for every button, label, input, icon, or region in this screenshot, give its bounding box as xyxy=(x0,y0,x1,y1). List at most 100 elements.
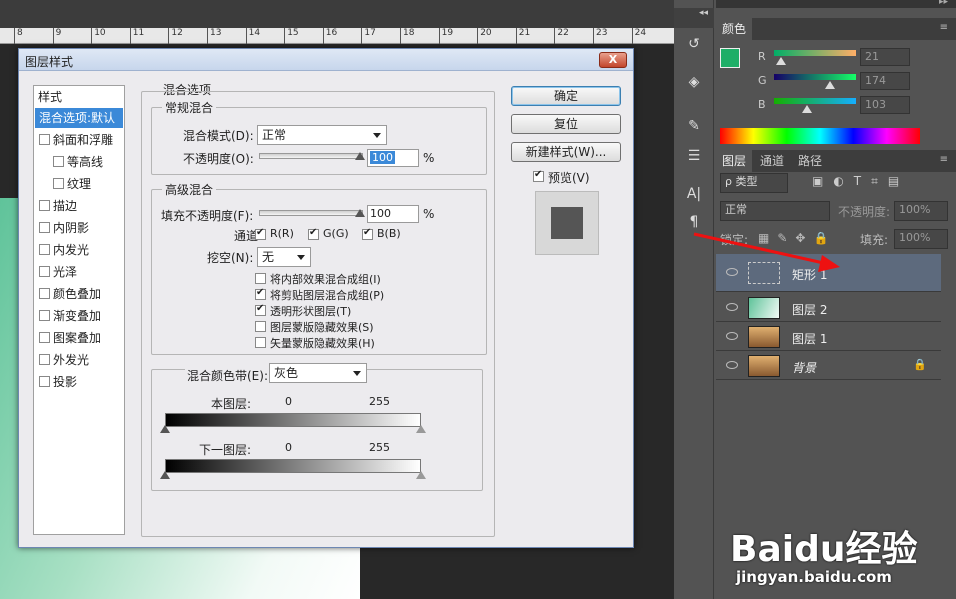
layer-row[interactable]: 图层 1 xyxy=(716,323,941,351)
layer-row[interactable]: 图层 2 xyxy=(716,294,941,322)
preview-checkbox[interactable]: 预览(V) xyxy=(533,169,590,186)
color-panel-menu-icon[interactable]: ≡ xyxy=(940,22,948,33)
color-channel-thumb[interactable] xyxy=(775,57,786,65)
style-item[interactable]: 外发光 xyxy=(35,350,123,370)
foreground-color-swatch[interactable] xyxy=(720,48,740,68)
advanced-option-checkbox[interactable]: 矢量蒙版隐藏效果(H) xyxy=(255,335,375,351)
style-item-label: 渐变叠加 xyxy=(53,309,102,323)
color-channel-slider[interactable] xyxy=(774,98,856,104)
color-channel-input[interactable]: 103 xyxy=(860,96,910,114)
style-checkbox[interactable] xyxy=(39,376,50,387)
color-channel-input[interactable]: 21 xyxy=(860,48,910,66)
dialog-titlebar[interactable]: 图层样式 X xyxy=(19,49,633,71)
style-checkbox[interactable] xyxy=(39,222,50,233)
style-item[interactable]: 渐变叠加 xyxy=(35,306,123,326)
style-checkbox[interactable] xyxy=(39,244,50,255)
style-item[interactable]: 图案叠加 xyxy=(35,328,123,348)
layers-panel-menu-icon[interactable]: ≡ xyxy=(940,154,948,165)
style-item[interactable]: 纹理 xyxy=(35,174,123,194)
style-item[interactable]: 颜色叠加 xyxy=(35,284,123,304)
layer-opacity-input[interactable]: 100% xyxy=(894,201,948,221)
color-channel-label: G xyxy=(758,74,767,87)
tab-color[interactable]: 颜色 xyxy=(716,18,753,40)
3d-icon[interactable]: ◈ xyxy=(684,72,704,92)
style-preview-swatch xyxy=(535,191,599,255)
expand-panels-button[interactable]: ▸▸ xyxy=(939,0,948,7)
opacity-slider[interactable] xyxy=(259,153,363,159)
style-item[interactable]: 描边 xyxy=(35,196,123,216)
style-item[interactable]: 斜面和浮雕 xyxy=(35,130,123,150)
this-layer-white-thumb[interactable] xyxy=(416,425,426,433)
color-channel-slider[interactable] xyxy=(774,74,856,80)
style-checkbox[interactable] xyxy=(53,178,64,189)
opacity-slider-thumb[interactable] xyxy=(355,152,365,160)
style-checkbox[interactable] xyxy=(39,310,50,321)
blend-if-select[interactable]: 灰色 xyxy=(269,363,367,383)
style-checkbox[interactable] xyxy=(39,266,50,277)
ruler-tick: 23 xyxy=(593,28,607,44)
advanced-option-checkbox[interactable]: 将剪贴图层混合成组(P) xyxy=(255,287,384,303)
advanced-option-checkbox[interactable]: 将内部效果混合成组(I) xyxy=(255,271,381,287)
color-channel-input[interactable]: 174 xyxy=(860,72,910,90)
layer-fill-input[interactable]: 100% xyxy=(894,229,948,249)
style-item[interactable]: 内发光 xyxy=(35,240,123,260)
advanced-option-checkbox[interactable]: 透明形状图层(T) xyxy=(255,303,351,319)
layer-blend-mode-select[interactable]: 正常 xyxy=(720,201,830,221)
style-checkbox[interactable] xyxy=(39,332,50,343)
layer-name[interactable]: 背景 xyxy=(792,359,816,376)
collapse-panels-button[interactable]: ◂◂ xyxy=(674,8,714,28)
blend-mode-select[interactable]: 正常 xyxy=(257,125,387,145)
layer-name[interactable]: 图层 1 xyxy=(792,330,827,347)
style-checkbox[interactable] xyxy=(53,156,64,167)
brush-presets-icon[interactable]: ✎ xyxy=(684,116,704,136)
watermark-url: jingyan.baidu.com xyxy=(736,568,892,586)
color-channel-thumb[interactable] xyxy=(802,105,813,113)
underlying-max: 255 xyxy=(369,441,390,454)
color-channel-slider[interactable] xyxy=(774,50,856,56)
advanced-option-label: 透明形状图层(T) xyxy=(270,305,352,318)
new-style-button[interactable]: 新建样式(W)... xyxy=(511,142,621,162)
layer-row[interactable]: 背景 🔒 xyxy=(716,352,941,380)
advanced-option-checkbox[interactable]: 图层蒙版隐藏效果(S) xyxy=(255,319,374,335)
color-spectrum[interactable] xyxy=(720,128,920,144)
fill-opacity-slider[interactable] xyxy=(259,210,363,216)
style-checkbox[interactable] xyxy=(39,354,50,365)
knockout-label: 挖空(N): xyxy=(207,251,254,265)
channel-g-checkbox[interactable]: G(G) xyxy=(308,227,349,240)
visibility-eye-icon[interactable] xyxy=(726,303,738,311)
style-item[interactable]: 等高线 xyxy=(35,152,123,172)
channel-r-checkbox[interactable]: R(R) xyxy=(255,227,294,240)
adjustments-icon[interactable]: ☰ xyxy=(684,146,704,166)
layers-tab[interactable]: 路径 xyxy=(792,150,828,172)
channel-b-checkbox[interactable]: B(B) xyxy=(362,227,401,240)
style-item[interactable]: 内阴影 xyxy=(35,218,123,238)
check-icon xyxy=(255,321,266,332)
history-icon[interactable]: ↺ xyxy=(684,34,704,54)
style-checkbox[interactable] xyxy=(39,134,50,145)
reset-button[interactable]: 复位 xyxy=(511,114,621,134)
style-checkbox[interactable] xyxy=(39,288,50,299)
layer-name[interactable]: 图层 2 xyxy=(792,301,827,318)
layer-filter-icons[interactable]: ▣◐T⌗▤ xyxy=(812,174,909,189)
knockout-select[interactable]: 无 xyxy=(257,247,311,267)
color-channel-thumb[interactable] xyxy=(824,81,835,89)
character-icon[interactable]: A| xyxy=(684,184,704,204)
styles-header[interactable]: 样式 xyxy=(38,88,62,105)
fill-opacity-slider-thumb[interactable] xyxy=(355,209,365,217)
style-item[interactable]: 光泽 xyxy=(35,262,123,282)
style-checkbox[interactable] xyxy=(39,200,50,211)
opacity-input[interactable]: 100 xyxy=(367,149,419,167)
style-item[interactable]: 投影 xyxy=(35,372,123,392)
this-layer-black-thumb[interactable] xyxy=(160,425,170,433)
visibility-eye-icon[interactable] xyxy=(726,332,738,340)
style-item[interactable]: 混合选项:默认 xyxy=(35,108,123,128)
ok-button[interactable]: 确定 xyxy=(511,86,621,106)
layer-filter-select[interactable]: ρ 类型 xyxy=(720,173,788,193)
close-button[interactable]: X xyxy=(599,52,627,68)
layers-tab[interactable]: 通道 xyxy=(754,150,790,172)
layers-tab[interactable]: 图层 xyxy=(716,150,753,172)
underlying-black-thumb[interactable] xyxy=(160,471,170,479)
underlying-white-thumb[interactable] xyxy=(416,471,426,479)
fill-opacity-input[interactable]: 100 xyxy=(367,205,419,223)
visibility-eye-icon[interactable] xyxy=(726,361,738,369)
